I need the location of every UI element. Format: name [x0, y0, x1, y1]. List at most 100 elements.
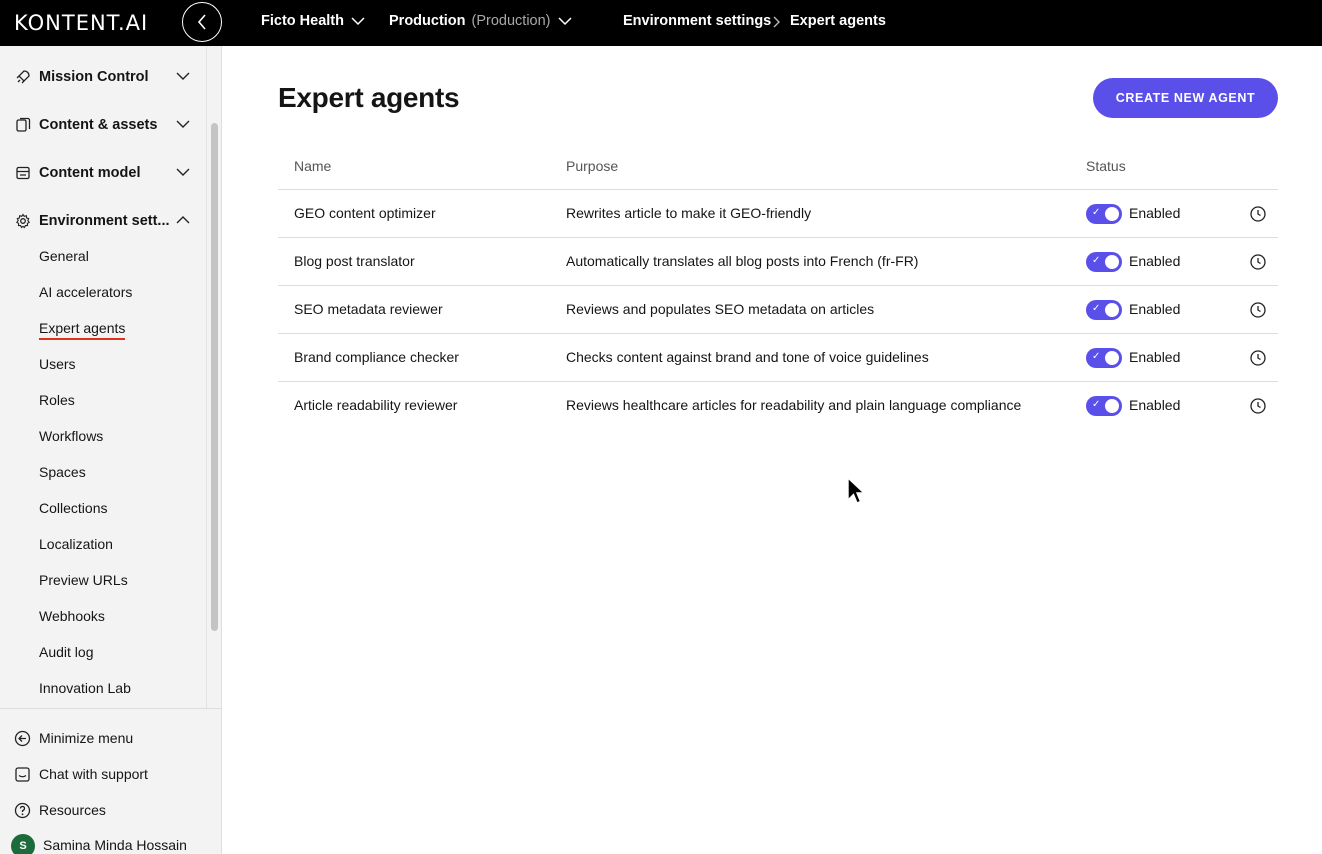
check-icon: ✓ [1092, 351, 1101, 362]
sidebar-item-users[interactable]: Users [39, 356, 76, 372]
environment-type: (Production) [471, 13, 551, 29]
check-icon: ✓ [1092, 303, 1101, 314]
chevron-down-icon [351, 17, 365, 26]
agent-purpose: Checks content against brand and tone of… [566, 349, 929, 365]
chevron-up-icon [176, 216, 190, 224]
sidebar-item-collections[interactable]: Collections [39, 500, 107, 516]
table-row[interactable]: Blog post translator Automatically trans… [278, 238, 1278, 286]
sidebar-group-label: Environment sett... [39, 213, 170, 229]
sidebar: Mission Control Content & assets Content… [0, 46, 222, 854]
status-toggle[interactable]: ✓ [1086, 348, 1122, 368]
sidebar-group-mission-control[interactable]: Mission Control [0, 62, 207, 92]
project-name: Ficto Health [261, 13, 344, 29]
agents-table: Name Purpose Status GEO content optimize… [278, 142, 1278, 430]
sidebar-item-spaces[interactable]: Spaces [39, 464, 86, 480]
clock-icon[interactable] [1249, 397, 1267, 415]
breadcrumb-separator-icon [773, 16, 780, 28]
model-icon [16, 166, 30, 180]
chevron-down-icon [557, 17, 572, 26]
resources-label: Resources [39, 802, 106, 818]
sidebar-item-expert-agents[interactable]: Expert agents [39, 320, 126, 340]
sidebar-item-preview-urls[interactable]: Preview URLs [39, 572, 128, 588]
avatar[interactable]: S [11, 834, 35, 854]
table-row[interactable]: Brand compliance checker Checks content … [278, 334, 1278, 382]
agent-name: Blog post translator [294, 253, 415, 269]
column-header-purpose: Purpose [566, 158, 619, 174]
minimize-menu-button[interactable]: Minimize menu [0, 724, 222, 754]
status-label: Enabled [1129, 397, 1181, 413]
status-toggle[interactable]: ✓ [1086, 204, 1122, 224]
sidebar-item-innovation-lab[interactable]: Innovation Lab [39, 680, 131, 696]
status-toggle[interactable]: ✓ [1086, 300, 1122, 320]
check-icon: ✓ [1092, 207, 1101, 218]
question-circle-icon [14, 802, 31, 819]
environment-switcher[interactable]: Production (Production) [389, 13, 573, 29]
gear-icon [15, 213, 31, 229]
arrow-left-circle-icon [14, 730, 31, 747]
sidebar-group-content-model[interactable]: Content model [0, 158, 207, 188]
breadcrumb-expert-agents: Expert agents [790, 13, 886, 29]
chat-with-support-button[interactable]: Chat with support [0, 760, 222, 790]
files-icon [16, 117, 31, 132]
clock-icon[interactable] [1249, 205, 1267, 223]
mouse-cursor-icon [847, 476, 866, 504]
check-icon: ✓ [1092, 255, 1101, 266]
clock-icon[interactable] [1249, 301, 1267, 319]
toggle-knob [1105, 351, 1119, 365]
create-new-agent-button[interactable]: CREATE NEW AGENT [1093, 78, 1278, 118]
status-label: Enabled [1129, 205, 1181, 221]
sidebar-nav: Mission Control Content & assets Content… [0, 46, 207, 708]
page-title: Expert agents [278, 82, 460, 113]
sidebar-item-ai-accelerators[interactable]: AI accelerators [39, 284, 132, 300]
resources-button[interactable]: Resources [0, 796, 222, 826]
toggle-knob [1105, 255, 1119, 269]
column-header-status: Status [1086, 158, 1126, 174]
sidebar-group-label: Content model [39, 165, 141, 181]
agent-name: Article readability reviewer [294, 397, 458, 413]
user-name[interactable]: Samina Minda Hossain [43, 837, 187, 853]
status-toggle[interactable]: ✓ [1086, 396, 1122, 416]
chat-with-support-label: Chat with support [39, 766, 148, 782]
table-header: Name Purpose Status [278, 142, 1278, 190]
sidebar-item-audit-log[interactable]: Audit log [39, 644, 93, 660]
chevron-down-icon [176, 72, 190, 80]
breadcrumb-environment-settings[interactable]: Environment settings [623, 13, 771, 29]
sidebar-item-general[interactable]: General [39, 248, 89, 264]
sidebar-group-label: Mission Control [39, 69, 149, 85]
column-header-name: Name [294, 158, 332, 174]
status-label: Enabled [1129, 349, 1181, 365]
sidebar-item-webhooks[interactable]: Webhooks [39, 608, 105, 624]
agent-purpose: Reviews healthcare articles for readabil… [566, 397, 1022, 413]
status-label: Enabled [1129, 253, 1181, 269]
status-toggle[interactable]: ✓ [1086, 252, 1122, 272]
clock-icon[interactable] [1249, 253, 1267, 271]
sidebar-group-environment-settings[interactable]: Environment sett... [0, 206, 207, 236]
back-button[interactable] [182, 2, 222, 42]
clock-icon[interactable] [1249, 349, 1267, 367]
kontent-logo[interactable]: KONTENT.AI [14, 11, 148, 35]
agent-purpose: Rewrites article to make it GEO-friendly [566, 205, 812, 221]
sidebar-item-roles[interactable]: Roles [39, 392, 75, 408]
environment-name: Production [389, 13, 466, 29]
agent-name: Brand compliance checker [294, 349, 459, 365]
sidebar-bottom: Minimize menu Chat with support Resource… [0, 708, 222, 819]
sidebar-item-localization[interactable]: Localization [39, 536, 113, 552]
status-label: Enabled [1129, 301, 1181, 317]
sidebar-group-label: Content & assets [39, 117, 158, 133]
rocket-icon [16, 70, 30, 84]
agent-name: SEO metadata reviewer [294, 301, 443, 317]
table-row[interactable]: SEO metadata reviewer Reviews and popula… [278, 286, 1278, 334]
table-row[interactable]: GEO content optimizer Rewrites article t… [278, 190, 1278, 238]
toggle-knob [1105, 399, 1119, 413]
toggle-knob [1105, 303, 1119, 317]
sidebar-scrollbar[interactable] [211, 123, 218, 631]
project-switcher[interactable]: Ficto Health [261, 13, 366, 29]
top-bar: KONTENT.AI Ficto Health Production (Prod… [0, 0, 1322, 46]
chevron-down-icon [176, 168, 190, 176]
table-row[interactable]: Article readability reviewer Reviews hea… [278, 382, 1278, 430]
sidebar-item-workflows[interactable]: Workflows [39, 428, 103, 444]
chevron-down-icon [176, 120, 190, 128]
sidebar-group-content-assets[interactable]: Content & assets [0, 110, 207, 140]
minimize-menu-label: Minimize menu [39, 730, 134, 746]
agent-purpose: Automatically translates all blog posts … [566, 253, 919, 269]
